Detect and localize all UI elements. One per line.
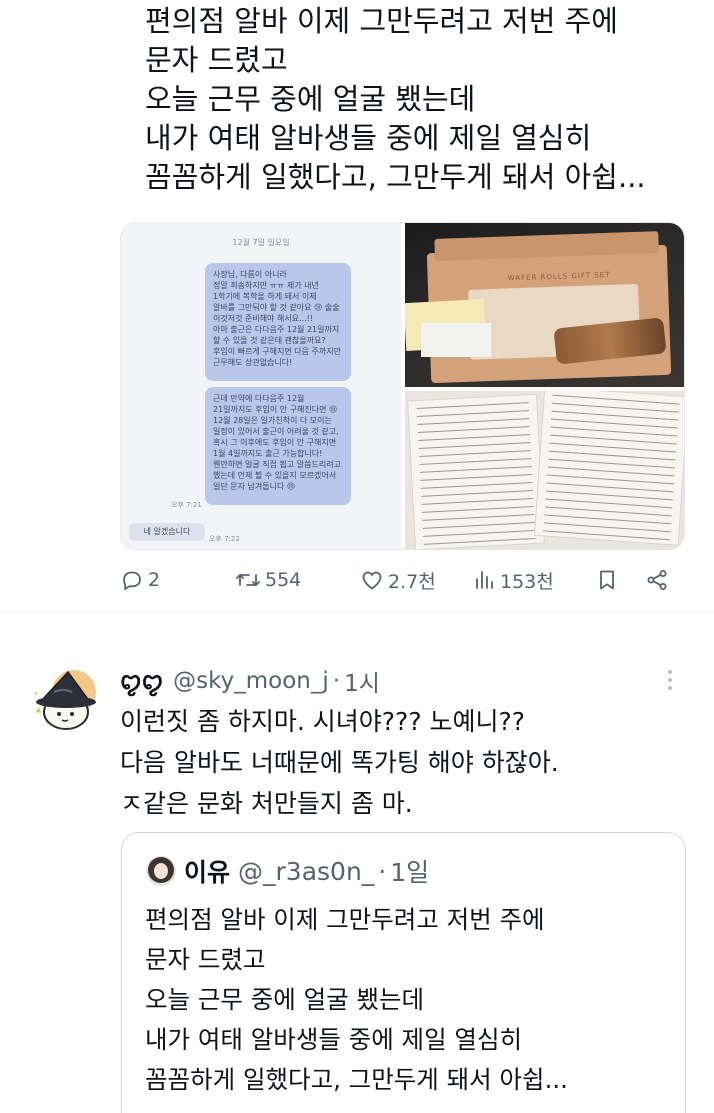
quote-text-line: 오늘 근무 중에 얼굴 뵀는데 [145, 985, 425, 1014]
like-icon [362, 571, 382, 590]
display-name[interactable]: ꨄꨄ [120, 664, 163, 698]
message-line: 웬만하면 얼굴 직접 뵙고 말씀드리려고 [213, 460, 341, 469]
letter-photo[interactable] [405, 391, 684, 549]
message-line: 근데 만약에 다다음주 12월 [213, 394, 305, 403]
message-bubble: 근데 만약에 다다음주 12월 21일까지도 후임이 안 구해진다면 😢 12월… [205, 387, 351, 505]
more-options-button[interactable] [660, 668, 680, 692]
message-date: 12월 7일 일요일 [232, 238, 290, 247]
reply-user-line: ꨄꨄ @sky_moon_j · 1시 [120, 663, 380, 699]
reply-icon [123, 571, 141, 591]
quote-user-handle: @_r3as0n_ [238, 856, 375, 886]
reply-bubble: 네 알겠습니다 [129, 523, 205, 541]
quote-text-line: 꼼꼼하게 일했다고, 그만두게 돼서 아쉽... [145, 1065, 568, 1094]
message-time: 오후 7:22 [209, 535, 240, 543]
box-flap [434, 231, 659, 261]
box-label: WAFER ROLLS GIFT SET [507, 270, 611, 283]
share-icon [647, 570, 667, 590]
quote-text: 편의점 알바 이제 그만두려고 저번 주에 문자 드렸고 오늘 근무 중에 얼굴… [145, 900, 685, 1100]
message-screenshot[interactable]: 12월 7일 일요일 사장님, 다름이 아니라 정말 죄송하지만 ㅠㅠ 제가 내… [121, 223, 401, 549]
retweet-button[interactable]: 554 [235, 565, 301, 595]
quote-timestamp: 1일 [390, 858, 430, 887]
reply-button[interactable]: 2 [120, 565, 160, 595]
tweet-text-line: 오늘 근무 중에 얼굴 뵀는데 [145, 82, 476, 116]
message-time: 오후 7:21 [171, 501, 202, 509]
avatar[interactable] [28, 662, 108, 742]
message-line: 정말 죄송하지만 ㅠㅠ 제가 내년 [213, 281, 319, 290]
quote-header: 이유 @_r3as0n_ · 1일 [146, 855, 429, 887]
like-button[interactable]: 2.7천 [360, 565, 436, 595]
message-line: 했는데 언제 뵐 수 있을지 모르겠어서 [213, 471, 337, 480]
message-line: 사장님, 다름이 아니라 [213, 270, 287, 279]
retweet-icon [236, 574, 260, 586]
message-line: 일단 문자 남겨둡니다 😢 [213, 482, 296, 491]
tweet-text-line: 내가 여태 알바생들 중에 제일 열심히 [145, 121, 592, 155]
share-button[interactable] [645, 565, 669, 595]
tweet[interactable]: 편의점 알바 이제 그만두려고 저번 주에 문자 드렸고 오늘 근무 중에 얼굴… [0, 0, 714, 612]
quote-text-line: 내가 여태 알바생들 중에 제일 열심히 [145, 1025, 523, 1054]
tweet-media-grid[interactable]: 12월 7일 일요일 사장님, 다름이 아니라 정말 죄송하지만 ㅠㅠ 제가 내… [120, 222, 685, 550]
tweet-text-line: 편의점 알바 이제 그만두려고 저번 주에 [145, 4, 618, 38]
message-line: 근무해도 상관없습니다! [213, 358, 293, 367]
quote-text-line: 편의점 알바 이제 그만두려고 저번 주에 [145, 905, 545, 934]
separator-dot: · [378, 856, 387, 886]
tweet-text-line: 문자 드렸고 [145, 43, 288, 77]
note-card [421, 323, 491, 357]
message-line: 알바를 그만둬야 할 것 같아요 😢 술술 [213, 303, 340, 312]
gift-box-photo[interactable]: WAFER ROLLS GIFT SET [405, 223, 684, 387]
message-line: 일정이 있어서 출근이 어려울 것 같고, [213, 427, 339, 436]
like-count: 2.7천 [388, 570, 436, 593]
message-line: 1학기에 복학을 하게 돼서 이제 [213, 292, 317, 301]
bookmark-icon [600, 570, 614, 590]
quote-text-line: 문자 드렸고 [145, 945, 266, 974]
tweet-text: 편의점 알바 이제 그만두려고 저번 주에 문자 드렸고 오늘 근무 중에 얼굴… [145, 2, 705, 197]
quoted-tweet[interactable]: 이유 @_r3as0n_ · 1일 편의점 알바 이제 그만두려고 저번 주에 … [121, 832, 686, 1113]
divider [0, 612, 714, 613]
views-button[interactable]: 153천 [472, 565, 554, 595]
witch-avatar-icon [30, 664, 106, 740]
message-line: 혹시 그 이후에도 후임이 안 구해지면 [213, 438, 337, 447]
message-line: 할 수 있을 것 같은데 괜찮을까요? [213, 336, 326, 345]
reply-text-line: 다음 알바도 너때문에 똑가팅 해야 하잖아. [120, 748, 559, 777]
reply-text-line: ㅈ같은 문화 처만들지 좀 마. [120, 789, 413, 818]
message-line: 이것저것 준비해야 해서요...!! [213, 314, 314, 323]
reply-count: 2 [148, 569, 161, 591]
quote-avatar [146, 856, 176, 886]
more-icon [668, 670, 672, 690]
message-line: 1월 4일까지도 출근 가능합니다! [213, 449, 323, 458]
message-line: 후임이 빠르게 구해지면 다음 주까지만 [213, 347, 341, 356]
views-count: 153천 [500, 570, 554, 593]
message-line: 12월 28일은 일가친척이 다 모이는 [213, 416, 332, 425]
reply-text: 이런짓 좀 하지마. 시녀야??? 노예니?? 다음 알바도 너때문에 똑가팅 … [120, 701, 700, 824]
tweet-text-line: 꼼꼼하게 일했다고, 그만두게 돼서 아쉽... [145, 160, 646, 194]
views-icon [476, 571, 493, 589]
letter-page [533, 391, 684, 546]
letter-page [407, 393, 545, 549]
message-bubble: 사장님, 다름이 아니라 정말 죄송하지만 ㅠㅠ 제가 내년 1학기에 복학을 … [205, 263, 351, 381]
bookmark-button[interactable] [595, 565, 619, 595]
message-line: 아마 출근은 다다음주 12월 21일까지 [213, 325, 340, 334]
reply-text-line: 이런짓 좀 하지마. 시녀야??? 노예니?? [120, 707, 526, 736]
timestamp[interactable]: 1시 [344, 664, 380, 698]
message-line: 21일까지도 후임이 안 구해진다면 😢 [213, 405, 338, 414]
user-handle[interactable]: @sky_moon_j [173, 668, 329, 694]
separator-dot: · [332, 668, 341, 694]
retweet-count: 554 [265, 569, 302, 591]
tweet-actions: 2 554 2.7천 153천 [120, 565, 680, 595]
quote-display-name: 이유 [184, 858, 231, 887]
